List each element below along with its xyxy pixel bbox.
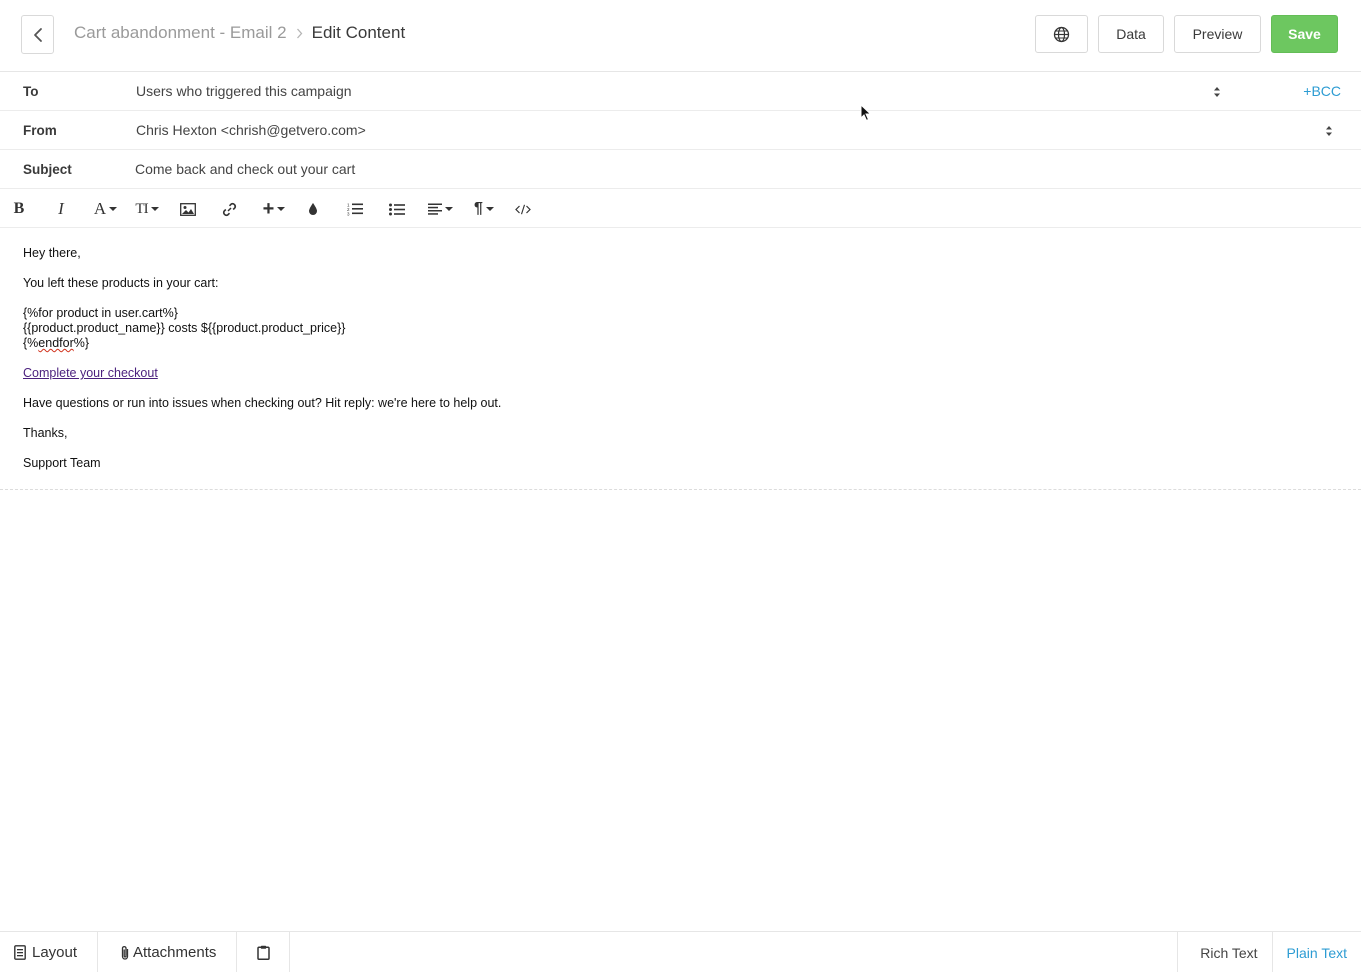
loop-body-line: {{product.product_name}} costs ${{produc…	[23, 321, 346, 335]
unordered-list-icon[interactable]	[388, 199, 405, 219]
ordered-list-icon[interactable]: 123	[346, 199, 363, 219]
subject-label: Subject	[23, 162, 72, 177]
chevron-right-icon	[296, 28, 303, 39]
caret-down-icon	[445, 207, 453, 211]
plus-icon: +	[262, 198, 275, 220]
add-bcc-link[interactable]: +BCC	[1303, 83, 1341, 99]
layout-tab[interactable]: Layout	[0, 932, 98, 972]
font-family-dropdown[interactable]: A	[92, 199, 119, 219]
save-button[interactable]: Save	[1271, 15, 1338, 53]
attachments-label: Attachments	[133, 944, 217, 961]
body-help-text: Have questions or run into issues when c…	[23, 396, 502, 410]
caret-down-icon	[277, 207, 286, 211]
rich-text-tab[interactable]: Rich Text	[1177, 932, 1271, 972]
breadcrumb-parent[interactable]: Cart abandonment - Email 2	[74, 23, 287, 43]
email-body-editor[interactable]: Hey there, You left these products in yo…	[23, 246, 1333, 486]
language-button[interactable]	[1035, 15, 1088, 53]
mouse-cursor-icon	[860, 104, 872, 122]
from-label: From	[23, 123, 57, 138]
caret-down-icon	[485, 207, 494, 211]
to-label: To	[23, 84, 39, 99]
subject-input[interactable]: Come back and check out your cart	[135, 161, 355, 177]
body-intro: You left these products in your cart:	[23, 276, 219, 290]
globe-icon	[1053, 26, 1070, 42]
clipboard-icon	[256, 945, 270, 960]
layout-label: Layout	[32, 944, 78, 961]
select-arrows-icon[interactable]	[1324, 123, 1334, 139]
color-fill-icon[interactable]	[307, 199, 319, 219]
back-button[interactable]	[21, 15, 54, 54]
select-arrows-icon[interactable]	[1212, 84, 1222, 100]
italic-icon[interactable]: I	[55, 199, 67, 219]
to-select[interactable]: Users who triggered this campaign	[136, 83, 352, 99]
chevron-left-icon	[33, 27, 42, 42]
paperclip-icon	[120, 945, 130, 961]
svg-text:3: 3	[347, 212, 350, 217]
editor-header: Cart abandonment - Email 2 Edit Content …	[0, 0, 1361, 72]
caret-down-icon	[109, 207, 118, 211]
link-icon[interactable]	[221, 199, 237, 219]
editor-footer: Layout Attachments Rich Text Plain Text	[0, 931, 1361, 972]
page-title: Edit Content	[311, 23, 406, 42]
loop-start-line: {%for product in user.cart%}	[23, 306, 178, 320]
code-view-icon[interactable]	[515, 199, 531, 219]
loop-end-suffix: %}	[73, 336, 90, 350]
preview-button[interactable]: Preview	[1174, 15, 1261, 53]
align-icon	[428, 203, 442, 215]
checkout-link[interactable]: Complete your checkout	[23, 366, 158, 380]
font-size-icon: TI	[135, 200, 148, 217]
loop-end-line: {%endfor%}	[23, 336, 1333, 351]
editor-mode-switch: Rich Text Plain Text	[1177, 932, 1361, 972]
subject-row: Subject Come back and check out your car…	[0, 150, 1361, 189]
body-signature: Support Team	[23, 456, 101, 470]
font-icon: A	[93, 199, 107, 218]
from-select[interactable]: Chris Hexton <chrish@getvero.com>	[136, 122, 366, 138]
content-divider	[0, 489, 1361, 490]
body-loop-block: {%for product in user.cart%} {{product.p…	[23, 306, 1333, 351]
formatting-toolbar: B I A TI + 123 ¶	[0, 189, 1361, 228]
plain-text-tab[interactable]: Plain Text	[1271, 932, 1361, 972]
loop-end-prefix: {%	[23, 336, 39, 350]
spellcheck-word: endfor	[38, 336, 74, 350]
caret-down-icon	[150, 207, 159, 211]
clipboard-button[interactable]	[237, 932, 290, 972]
document-icon	[14, 945, 26, 960]
from-row: From Chris Hexton <chrish@getvero.com>	[0, 111, 1361, 150]
insert-dropdown[interactable]: +	[261, 199, 287, 219]
body-signoff: Thanks,	[23, 426, 68, 440]
to-row: To Users who triggered this campaign +BC…	[0, 72, 1361, 111]
image-icon[interactable]	[179, 199, 196, 219]
font-size-dropdown[interactable]: TI	[133, 199, 161, 219]
bold-icon[interactable]: B	[12, 199, 26, 219]
body-greeting: Hey there,	[23, 246, 81, 260]
breadcrumb: Cart abandonment - Email 2 Edit Content	[74, 23, 405, 43]
paragraph-icon: ¶	[474, 200, 483, 217]
align-dropdown[interactable]	[427, 199, 454, 219]
paragraph-dropdown[interactable]: ¶	[472, 199, 496, 219]
attachments-tab[interactable]: Attachments	[98, 932, 237, 972]
data-button[interactable]: Data	[1098, 15, 1164, 53]
